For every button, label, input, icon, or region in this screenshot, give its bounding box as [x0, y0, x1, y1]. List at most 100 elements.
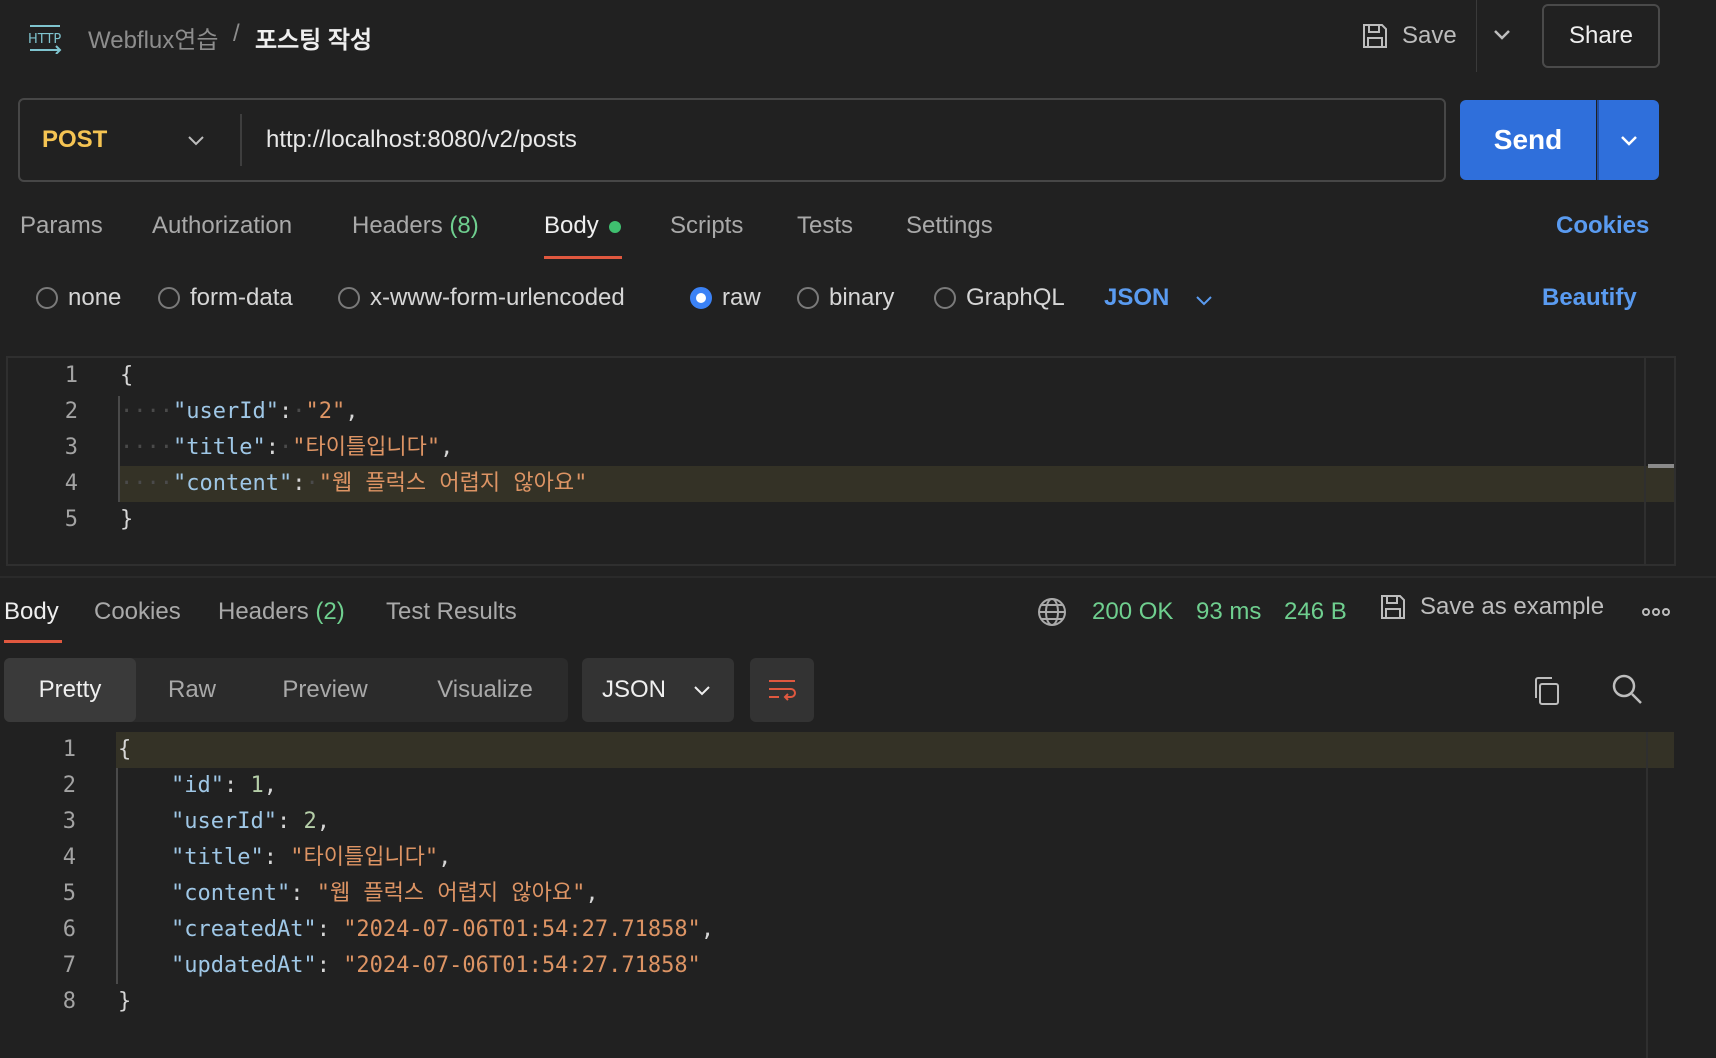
code-line: } — [118, 989, 132, 1014]
radio-x-www-form-urlencoded[interactable]: x-www-form-urlencoded — [338, 284, 625, 312]
response-size[interactable]: 246 B — [1284, 598, 1347, 626]
svg-text:HTTP: HTTP — [28, 32, 61, 47]
url-bar — [18, 98, 1446, 182]
request-scrollbar-thumb[interactable] — [1648, 464, 1674, 468]
body-modified-dot — [609, 221, 621, 233]
code-line: "id": 1, — [170, 773, 277, 798]
save-button[interactable]: Save — [1360, 14, 1457, 58]
code-line: "userId": 2, — [170, 809, 330, 834]
breadcrumb-separator: / — [233, 20, 240, 47]
code-line: } — [120, 507, 134, 532]
radio-form-data[interactable]: form-data — [158, 284, 293, 312]
wrap-lines-button[interactable] — [750, 658, 814, 722]
line-number: 3 — [64, 435, 78, 460]
radio-circle — [797, 287, 819, 309]
body-format-select[interactable]: JSON — [1104, 284, 1169, 312]
line-number: 2 — [64, 399, 78, 424]
breadcrumb-parent[interactable]: Webflux연습 — [88, 20, 218, 55]
current-line-highlight — [116, 732, 1674, 768]
view-preview[interactable]: Preview — [248, 658, 402, 722]
chevron-down-icon[interactable] — [1490, 22, 1514, 46]
tab-settings[interactable]: Settings — [906, 212, 993, 240]
radio-label: raw — [722, 284, 761, 311]
code-line: "content": "웹 플럭스 어렵지 않아요", — [170, 881, 599, 906]
line-number: 8 — [62, 989, 76, 1014]
response-tab-headers-count: (2) — [315, 598, 345, 625]
save-icon — [1381, 595, 1405, 619]
response-tab-underline — [4, 640, 62, 643]
radio-circle — [36, 287, 58, 309]
copy-icon[interactable] — [1530, 674, 1564, 708]
cookies-link[interactable]: Cookies — [1556, 212, 1649, 240]
search-icon[interactable] — [1610, 672, 1644, 706]
line-number: 4 — [62, 845, 76, 870]
beautify-button[interactable]: Beautify — [1542, 284, 1637, 312]
radio-label: GraphQL — [966, 284, 1065, 311]
view-pretty[interactable]: Pretty — [4, 658, 136, 722]
view-raw[interactable]: Raw — [136, 658, 248, 722]
tab-headers-label: Headers — [352, 212, 443, 239]
share-button[interactable]: Share — [1542, 4, 1660, 68]
line-number: 3 — [62, 809, 76, 834]
response-format-label: JSON — [602, 676, 667, 703]
radio-circle — [338, 287, 360, 309]
save-label: Save — [1402, 22, 1457, 49]
send-button[interactable]: Send — [1460, 100, 1596, 180]
tab-scripts[interactable]: Scripts — [670, 212, 743, 240]
chevron-down-icon[interactable] — [1192, 288, 1216, 312]
radio-binary[interactable]: binary — [797, 284, 894, 312]
chevron-down-icon[interactable] — [184, 128, 208, 152]
code-line: "updatedAt": "2024-07-06T01:54:27.71858" — [170, 953, 701, 978]
tab-params[interactable]: Params — [20, 212, 103, 240]
save-divider — [1476, 0, 1477, 72]
code-line: ····"userId":·"2", — [120, 399, 359, 424]
line-number: 1 — [64, 363, 78, 388]
http-icon: HTTP — [26, 22, 64, 55]
response-tab-headers[interactable]: Headers (2) — [218, 598, 345, 626]
url-input[interactable]: http://localhost:8080/v2/posts — [266, 126, 577, 154]
send-options-button[interactable] — [1597, 100, 1659, 180]
tab-headers[interactable]: Headers (8) — [352, 212, 479, 240]
view-visualize[interactable]: Visualize — [402, 658, 568, 722]
line-number: 5 — [64, 507, 78, 532]
url-divider — [240, 114, 242, 166]
radio-circle — [158, 287, 180, 309]
save-as-example-label: Save as example — [1420, 593, 1605, 620]
save-icon — [1363, 24, 1387, 48]
radio-graphql[interactable]: GraphQL — [934, 284, 1065, 312]
tab-tests[interactable]: Tests — [797, 212, 853, 240]
radio-circle-checked — [690, 287, 712, 309]
radio-label: none — [68, 284, 122, 311]
tab-body[interactable]: Body — [544, 212, 599, 240]
response-tab-cookies[interactable]: Cookies — [94, 598, 181, 626]
method-select[interactable]: POST — [42, 126, 107, 154]
line-number: 5 — [62, 881, 76, 906]
tab-authorization[interactable]: Authorization — [152, 212, 292, 240]
line-number: 4 — [64, 471, 78, 496]
breadcrumb-current[interactable]: 포스팅 작성 — [255, 20, 372, 55]
request-scrollbar[interactable] — [1644, 358, 1674, 564]
save-as-example-button[interactable]: Save as example — [1378, 592, 1604, 622]
response-tab-test-results[interactable]: Test Results — [386, 598, 517, 626]
radio-none[interactable]: none — [36, 284, 121, 312]
code-line: "title": "타이틀입니다", — [170, 845, 452, 870]
response-format-select[interactable]: JSON — [582, 658, 734, 722]
response-tab-headers-label: Headers — [218, 598, 309, 625]
response-time[interactable]: 93 ms — [1196, 598, 1261, 626]
code-line: "createdAt": "2024-07-06T01:54:27.71858"… — [170, 917, 715, 942]
radio-circle — [934, 287, 956, 309]
status-code[interactable]: 200 OK — [1092, 598, 1173, 626]
radio-raw[interactable]: raw — [690, 284, 761, 312]
response-tab-body[interactable]: Body — [4, 598, 59, 626]
chevron-down-icon — [694, 686, 710, 696]
chevron-down-icon — [1621, 136, 1637, 146]
globe-icon[interactable] — [1036, 596, 1068, 628]
radio-label: x-www-form-urlencoded — [370, 284, 625, 311]
response-scrollbar[interactable] — [1646, 732, 1674, 1058]
more-options-icon[interactable] — [1640, 600, 1672, 624]
code-line: { — [120, 363, 134, 388]
line-number: 6 — [62, 917, 76, 942]
response-divider[interactable] — [0, 576, 1716, 578]
tab-active-underline — [544, 256, 622, 259]
code-line: ····"title":·"타이틀입니다", — [120, 435, 454, 460]
